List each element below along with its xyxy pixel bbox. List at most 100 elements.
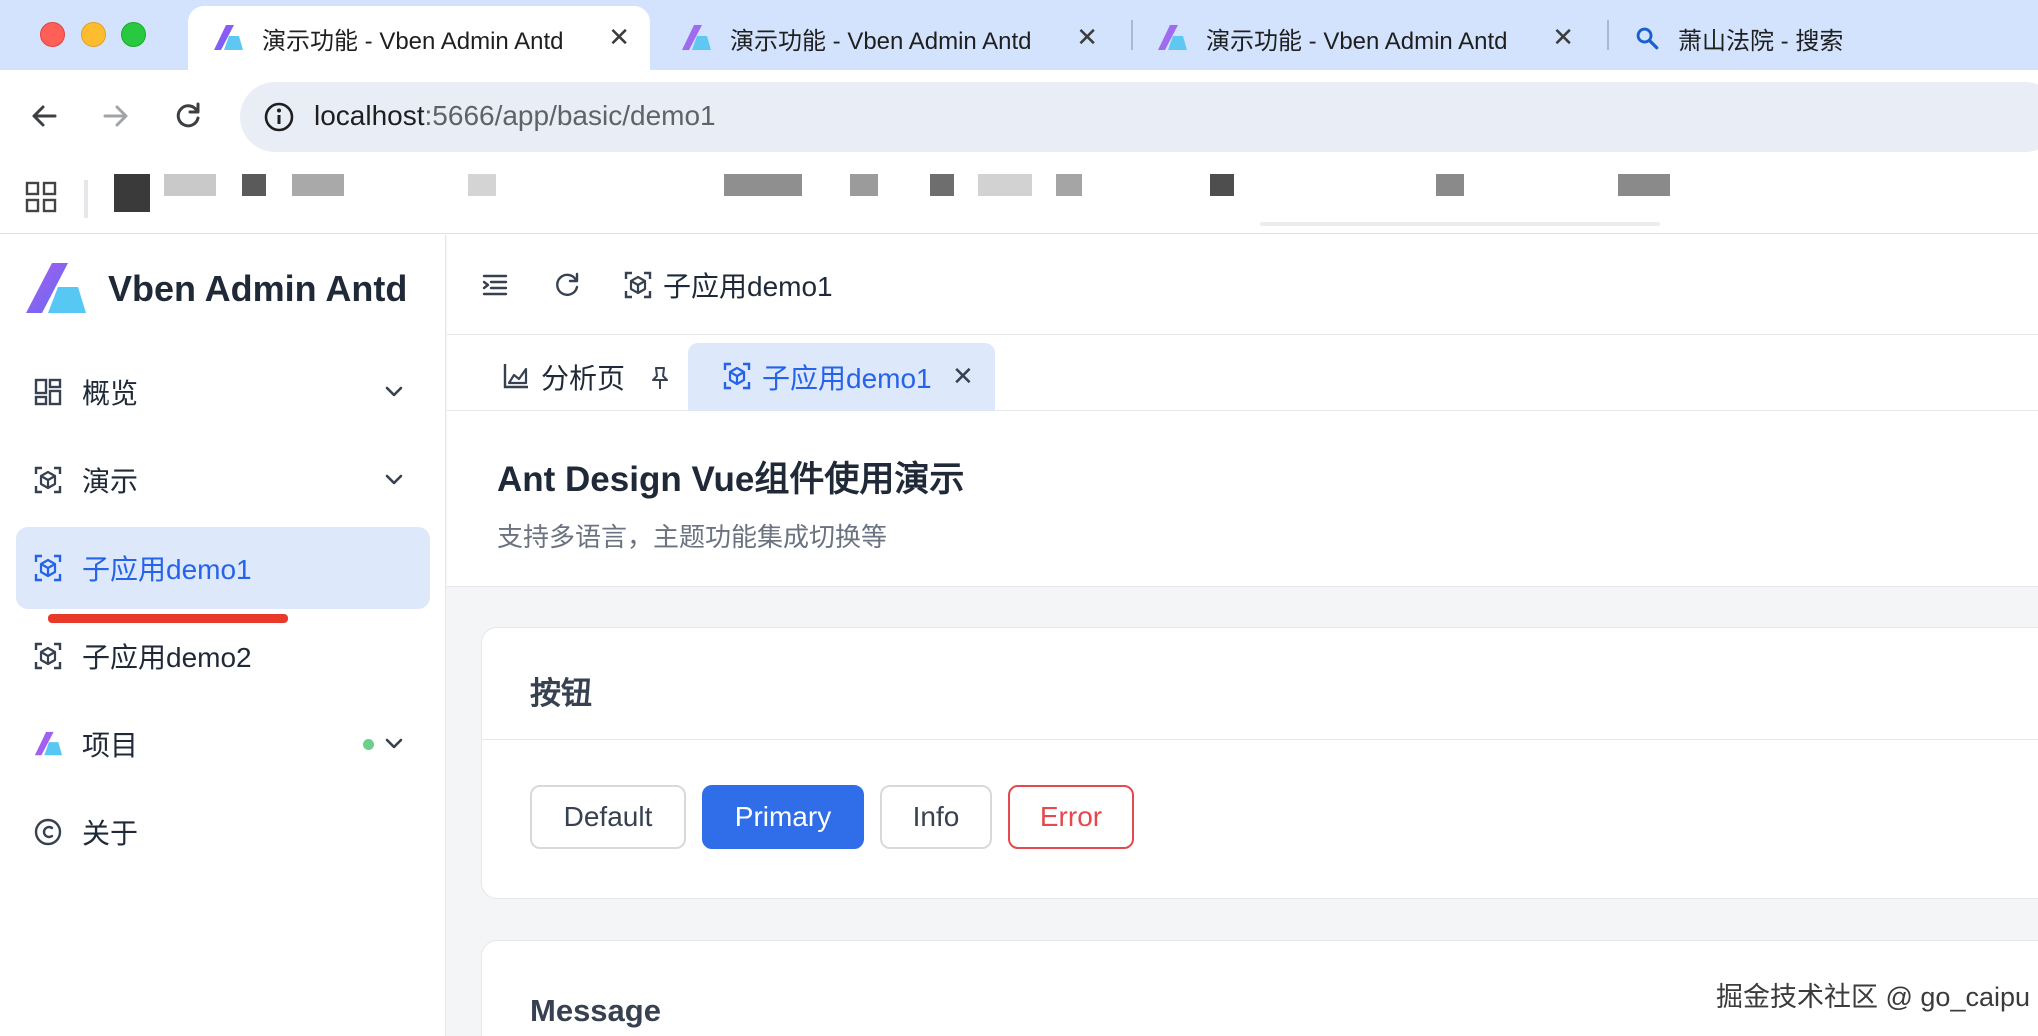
- status-dot: [363, 739, 374, 750]
- bookmark-item[interactable]: [292, 174, 344, 196]
- sidebar-item-label: 子应用demo2: [82, 642, 252, 673]
- vben-logo-icon: [214, 25, 243, 50]
- sidebar-item-demo[interactable]: 演示: [16, 439, 430, 521]
- minimize-window-button[interactable]: [81, 22, 106, 47]
- breadcrumb[interactable]: 子应用demo1: [623, 265, 833, 305]
- main-content: 子应用demo1 分析页 子应用demo1 ✕ Ant Design Vue组件…: [447, 235, 2038, 1036]
- watermark: 掘金技术社区 @ go_caipu: [1716, 982, 2031, 1012]
- sidebar-item-overview[interactable]: 概览: [16, 351, 430, 433]
- vben-logo-icon: [26, 263, 86, 313]
- close-tab-icon[interactable]: ✕: [1552, 24, 1574, 50]
- close-window-button[interactable]: [40, 22, 65, 47]
- bookmarks-bar: [0, 168, 2038, 234]
- sidebar-item-subapp-demo1[interactable]: 子应用demo1: [16, 527, 430, 609]
- browser-tab-title: 萧山法院 - 搜索: [1678, 27, 1844, 55]
- bookmark-item[interactable]: [1436, 174, 1464, 196]
- card-title: Message: [530, 993, 661, 1028]
- close-tab-icon[interactable]: ✕: [1076, 24, 1098, 50]
- bookmark-item[interactable]: [930, 174, 954, 196]
- bookmark-divider: [84, 180, 88, 218]
- address-bar[interactable]: localhost:5666/app/basic/demo1: [240, 82, 2038, 152]
- browser-tab-title: 演示功能 - Vben Admin Antd: [730, 27, 1032, 55]
- info-button[interactable]: Info: [880, 785, 992, 849]
- browser-tab[interactable]: 演示功能 - Vben Admin Antd ✕: [188, 6, 650, 70]
- cube-scan-icon: [32, 640, 64, 672]
- page-header: Ant Design Vue组件使用演示 支持多语言，主题功能集成切换等: [447, 411, 2038, 587]
- page-tab-bar: 分析页 子应用demo1 ✕: [447, 335, 2038, 411]
- sidebar-item-about[interactable]: 关于: [16, 791, 430, 873]
- bookmark-item[interactable]: [164, 174, 216, 196]
- bookmark-item[interactable]: [468, 174, 496, 196]
- bookmark-item: [1260, 222, 1660, 226]
- pin-icon[interactable]: [647, 365, 673, 391]
- browser-tab-title: 演示功能 - Vben Admin Antd: [262, 27, 564, 55]
- cube-scan-icon: [32, 464, 64, 496]
- brand[interactable]: Vben Admin Antd: [24, 259, 407, 319]
- refresh-button[interactable]: [547, 265, 587, 305]
- close-icon[interactable]: ✕: [952, 361, 974, 392]
- reload-button[interactable]: [164, 92, 212, 140]
- url-text[interactable]: localhost:5666/app/basic/demo1: [314, 100, 716, 132]
- area-chart-icon: [503, 364, 528, 389]
- site-info-icon[interactable]: [262, 100, 296, 134]
- browser-tab[interactable]: 萧山法院 - 搜索: [1610, 6, 2038, 70]
- tab-separator: [1607, 20, 1609, 50]
- url-path: :5666/app/basic/demo1: [424, 100, 716, 131]
- menu-fold-icon: [482, 274, 508, 296]
- back-button[interactable]: [20, 92, 68, 140]
- vben-logo-icon: [682, 25, 711, 50]
- error-button[interactable]: Error: [1008, 785, 1134, 849]
- cube-scan-icon: [723, 362, 751, 390]
- refresh-icon: [556, 272, 579, 296]
- close-tab-icon[interactable]: ✕: [608, 24, 630, 50]
- vben-logo-icon: [1158, 25, 1187, 50]
- sidebar-item-subapp-demo2[interactable]: 子应用demo2: [16, 615, 430, 697]
- bookmark-item[interactable]: [114, 174, 150, 212]
- sidebar-item-label: 关于: [82, 818, 139, 849]
- reload-icon: [176, 102, 200, 128]
- bookmark-item[interactable]: [1210, 174, 1234, 196]
- page-title: Ant Design Vue组件使用演示: [497, 460, 965, 499]
- copyright-icon: [32, 816, 64, 848]
- toggle-sidebar-button[interactable]: [475, 265, 515, 305]
- card-divider: [482, 739, 2038, 740]
- url-host: localhost: [314, 100, 425, 131]
- apps-grid-icon[interactable]: [24, 180, 58, 214]
- search-icon: [1636, 27, 1659, 50]
- default-button[interactable]: Default: [530, 785, 686, 849]
- header: 子应用demo1: [447, 235, 2038, 335]
- bookmark-item[interactable]: [1056, 174, 1082, 196]
- bookmark-item[interactable]: [978, 174, 1032, 196]
- page-description: 支持多语言，主题功能集成切换等: [497, 522, 888, 552]
- maximize-window-button[interactable]: [121, 22, 146, 47]
- browser-tab-strip: 演示功能 - Vben Admin Antd ✕ 演示功能 - Vben Adm…: [0, 0, 2038, 70]
- tab-label: 分析页: [541, 363, 626, 394]
- app-root: Vben Admin Antd 概览 演示 子应用demo1 子应用demo2 …: [0, 235, 2038, 1036]
- dashboard-grid-icon: [32, 376, 64, 408]
- arrow-right-icon: [103, 105, 128, 127]
- browser-tab[interactable]: 演示功能 - Vben Admin Antd ✕: [1132, 6, 1594, 70]
- sidebar-item-label: 项目: [82, 730, 139, 761]
- brand-name: Vben Admin Antd: [108, 268, 408, 309]
- vben-logo-icon: [32, 728, 64, 760]
- bookmark-item[interactable]: [1618, 174, 1670, 196]
- bookmark-item[interactable]: [242, 174, 266, 196]
- tab-subapp-demo1[interactable]: 子应用demo1 ✕: [688, 343, 995, 411]
- breadcrumb-label: 子应用demo1: [663, 271, 833, 302]
- primary-button[interactable]: Primary: [702, 785, 864, 849]
- sidebar-item-project[interactable]: 项目: [16, 703, 430, 785]
- card-title: 按钮: [530, 676, 592, 711]
- chevron-down-icon: [385, 474, 403, 485]
- tab-analytics[interactable]: 分析页: [447, 343, 683, 411]
- sidebar: Vben Admin Antd 概览 演示 子应用demo1 子应用demo2 …: [0, 235, 446, 1036]
- arrow-left-icon: [32, 105, 57, 127]
- bookmark-item[interactable]: [850, 174, 878, 196]
- forward-button[interactable]: [92, 92, 140, 140]
- browser-tab[interactable]: 演示功能 - Vben Admin Antd ✕: [656, 6, 1118, 70]
- bookmark-item[interactable]: [724, 174, 802, 196]
- chevron-down-icon: [385, 386, 403, 397]
- chevron-down-icon: [385, 738, 403, 749]
- browser-tab-title: 演示功能 - Vben Admin Antd: [1206, 27, 1508, 55]
- sidebar-item-label: 概览: [82, 378, 139, 409]
- sidebar-item-label: 子应用demo1: [82, 554, 252, 585]
